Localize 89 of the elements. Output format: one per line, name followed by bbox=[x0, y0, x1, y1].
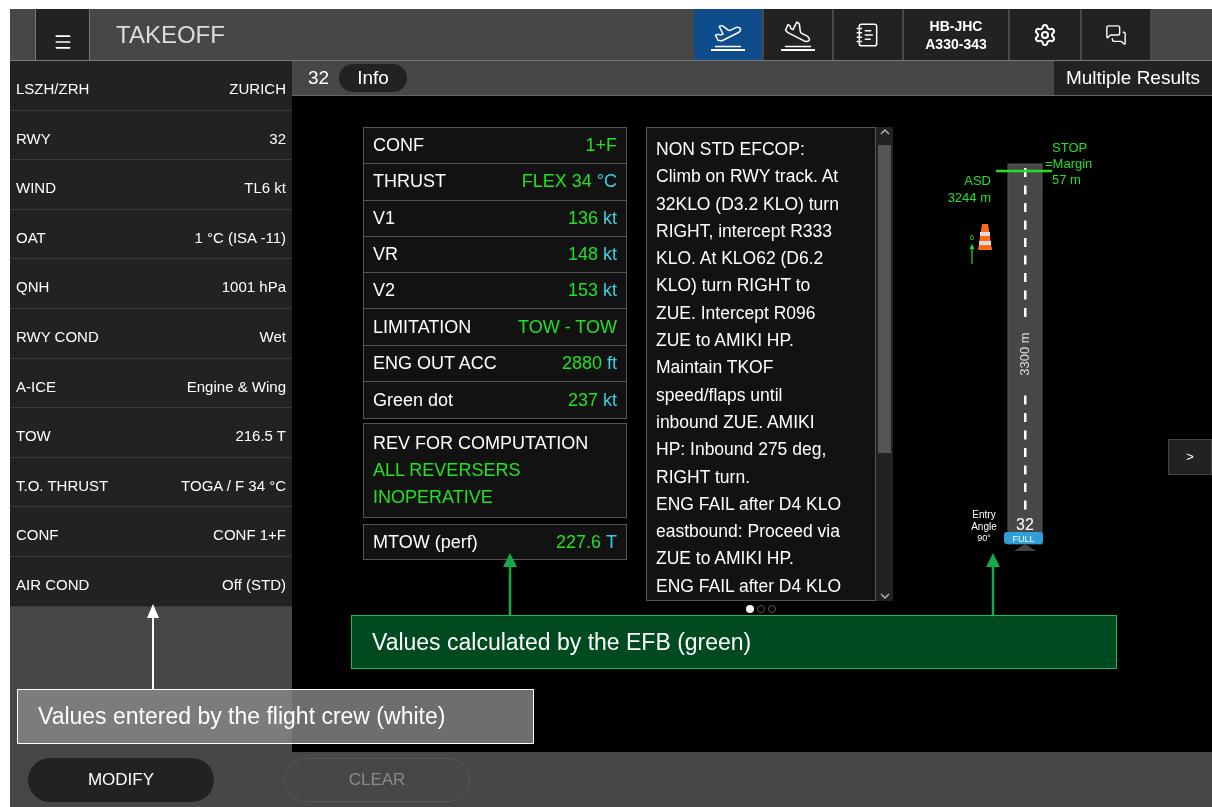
messages-button[interactable] bbox=[1080, 9, 1150, 60]
parameter-label: T.O. THRUST bbox=[16, 475, 109, 496]
margin-label: =Margin bbox=[1045, 156, 1093, 171]
parameter-label: OAT bbox=[16, 227, 46, 248]
runway-number: 32 bbox=[308, 65, 330, 90]
settings-icon bbox=[1033, 22, 1057, 47]
perf-label: CONF bbox=[373, 134, 424, 158]
perf-label: V2 bbox=[373, 279, 396, 303]
procedure-text: NON STD EFCOP: Climb on RWY track. At 32KLO (D3.2 KLO) turn RIGHT, intercept R333 KLO. At KLO62 (D6.2 KLO) turn RIGHT to ZUE. Intercept R096 ZUE to AMIKI HP. Maintain TKOF speed/flaps until inbound ZUE. AMIKI HP: Inbound 275 deg, RIGHT turn. ENG FAIL after D4 KLO eastbound: Proceed via ZUE to AMIKI HP. ENG FAIL after D4 KLO bbox=[656, 138, 843, 598]
entry-label: Entry bbox=[972, 509, 996, 520]
takeoff-tab[interactable] bbox=[692, 9, 762, 60]
unit-label: kt bbox=[603, 388, 617, 412]
reversers-status: ALL REVERSERS bbox=[373, 459, 522, 483]
parameter-value: CONF 1+F bbox=[213, 525, 286, 546]
next-button[interactable]: > bbox=[1168, 439, 1212, 475]
parameter-value: 32 bbox=[269, 128, 286, 149]
parameter-label: WIND bbox=[16, 178, 56, 199]
aircraft-tab[interactable]: HB-JHC A330-343 bbox=[902, 9, 1008, 60]
parameter-label: TOW bbox=[16, 426, 51, 447]
angle-value: 90° bbox=[977, 533, 991, 543]
unit-label: T bbox=[606, 530, 617, 554]
runway-designator: 32 bbox=[1016, 516, 1034, 533]
asd-label: ASD bbox=[964, 173, 991, 188]
perf-label: THRUST bbox=[373, 170, 446, 194]
perf-value: FLEX 34 bbox=[521, 170, 592, 194]
messages-icon bbox=[1105, 23, 1127, 46]
parameter-value: 216.5 T bbox=[235, 426, 286, 447]
calculated-callout: Values calculated by the EFB (green) bbox=[351, 615, 1117, 669]
page-title: TAKEOFF bbox=[116, 19, 225, 50]
intersection-badge: FULL bbox=[1004, 532, 1043, 544]
annotation-arrow bbox=[503, 553, 517, 616]
parameter-value: Off (STD) bbox=[222, 575, 286, 595]
landing-tab[interactable] bbox=[762, 9, 832, 60]
unit-label: kt bbox=[603, 279, 617, 303]
perf-value: 136 bbox=[567, 206, 598, 230]
reversers-status: INOPERATIVE bbox=[373, 486, 494, 510]
notebook-tab[interactable] bbox=[832, 9, 902, 60]
parameter-label: QNH bbox=[16, 277, 50, 298]
scroll-down-icon[interactable] bbox=[879, 593, 890, 599]
parameter-label: RWY COND bbox=[16, 327, 99, 347]
perf-label: Green dot bbox=[373, 388, 454, 412]
annotation-arrow bbox=[986, 553, 1000, 616]
entered-callout: Values entered by the flight crew (white) bbox=[17, 689, 534, 744]
perf-label: ENG OUT ACC bbox=[373, 351, 497, 375]
parameter-value: 1 °C (ISA -11) bbox=[194, 227, 286, 248]
stop-label: STOP bbox=[1052, 140, 1088, 155]
menu-button[interactable] bbox=[35, 9, 90, 60]
perf-value: 1+F bbox=[585, 134, 617, 158]
stop-line bbox=[996, 169, 1052, 173]
parameter-value: TOGA / F 34 °C bbox=[181, 475, 286, 496]
runway-length: 3300 m bbox=[1017, 332, 1032, 376]
asd-value: 3244 m bbox=[947, 190, 991, 205]
parameter-value: ZURICH bbox=[229, 79, 286, 100]
perf-value: TOW - TOW bbox=[518, 315, 617, 339]
parameter-label: LSZH/ZRH bbox=[16, 79, 90, 100]
parameter-value: Wet bbox=[259, 327, 286, 347]
angle-label: Angle bbox=[971, 521, 997, 532]
height-arrow-icon bbox=[969, 244, 975, 265]
unit-label: °C bbox=[596, 170, 617, 194]
perf-value: 227.6 bbox=[555, 530, 601, 554]
perf-value: 237 bbox=[567, 388, 598, 412]
obstacle-height: 6 bbox=[969, 233, 975, 242]
parameter-label: CONF bbox=[16, 525, 59, 546]
perf-label: LIMITATION bbox=[373, 315, 472, 339]
parameter-value: TL6 kt bbox=[244, 178, 286, 199]
parameter-value: 1001 hPa bbox=[221, 277, 286, 298]
parameter-value: Engine & Wing bbox=[186, 376, 286, 397]
cone-icon bbox=[978, 224, 992, 250]
parameter-label: RWY bbox=[16, 128, 51, 149]
info-tab[interactable]: Info bbox=[339, 64, 407, 92]
reversers-title: REV FOR COMPUTATION bbox=[373, 432, 590, 456]
landing-icon bbox=[783, 18, 813, 49]
perf-label: V1 bbox=[373, 206, 396, 230]
perf-value: 148 bbox=[567, 243, 598, 267]
unit-label: kt bbox=[603, 243, 617, 267]
scrollbar[interactable] bbox=[876, 127, 893, 601]
parameter-label: AIR COND bbox=[16, 575, 90, 595]
results-label: Multiple Results bbox=[1053, 61, 1212, 95]
action-button[interactable]: MODIFY bbox=[28, 757, 214, 802]
unit-label: kt bbox=[603, 206, 617, 230]
perf-value: 153 bbox=[567, 279, 598, 303]
scroll-up-icon[interactable] bbox=[879, 129, 890, 135]
perf-value: 2880 bbox=[561, 351, 602, 375]
unit-label: ft bbox=[607, 351, 617, 375]
perf-label: MTOW (perf) bbox=[373, 530, 478, 554]
parameter-label: A-ICE bbox=[16, 376, 56, 397]
margin-value: 57 m bbox=[1052, 172, 1081, 187]
perf-label: VR bbox=[373, 243, 398, 267]
settings-button[interactable] bbox=[1008, 9, 1080, 60]
